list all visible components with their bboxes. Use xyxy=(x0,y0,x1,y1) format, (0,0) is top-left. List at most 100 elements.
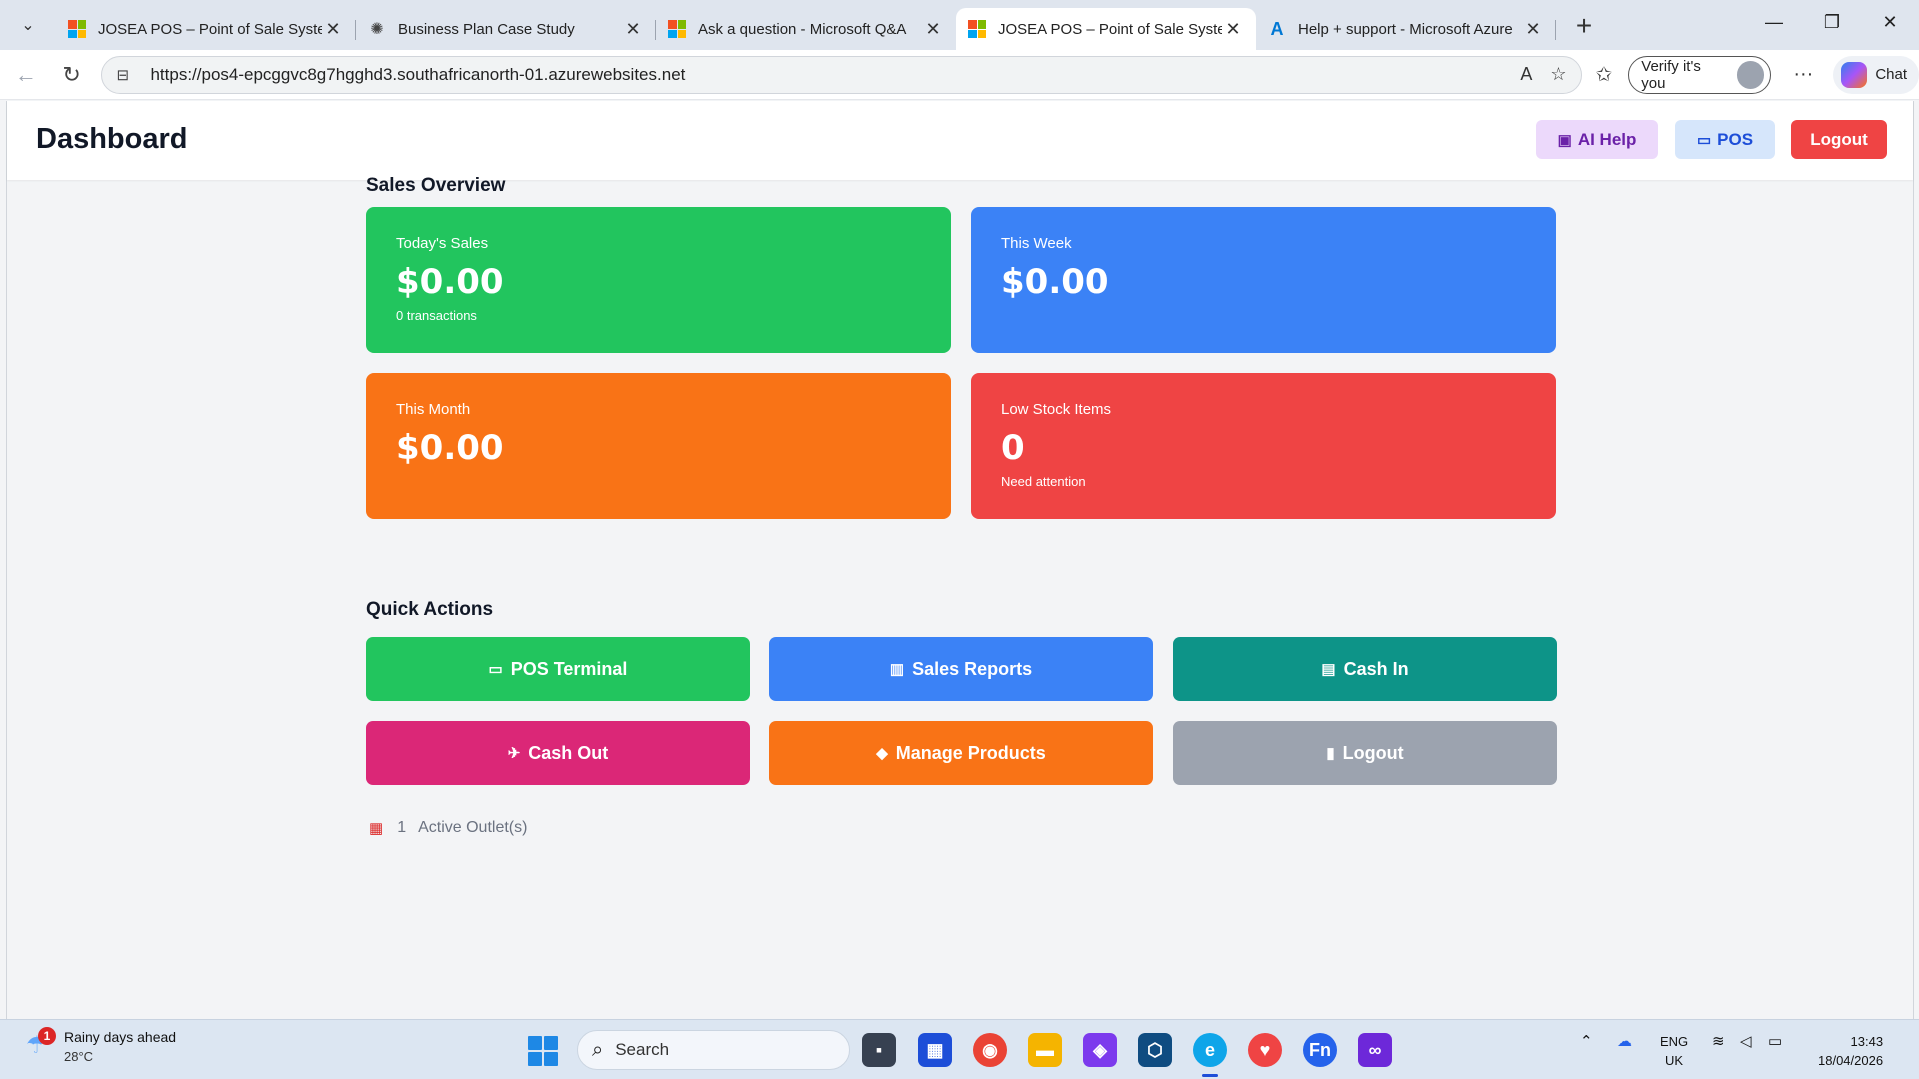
qa-label: POS Terminal xyxy=(510,658,628,679)
task-view-icon[interactable]: ▪ xyxy=(862,1033,896,1067)
this-week-card: This Week $0.00 xyxy=(971,207,1556,353)
store-icon: ▦ xyxy=(369,820,384,837)
pos-label: POS xyxy=(1717,129,1754,149)
chevron-down-icon: ⌄ xyxy=(21,17,35,34)
sales-overview-title: Sales Overview xyxy=(366,175,506,196)
wifi-icon[interactable]: ≋ xyxy=(1712,1032,1725,1050)
copilot-chat-button[interactable]: Chat xyxy=(1833,55,1919,94)
cube-app-icon[interactable]: ⬡ xyxy=(1138,1033,1172,1067)
door-icon: ▮ xyxy=(1326,745,1335,762)
low-stock-card: Low Stock Items 0 Need attention xyxy=(971,373,1556,519)
battery-icon[interactable]: ▭ xyxy=(1768,1032,1782,1050)
file-explorer-icon[interactable]: ▬ xyxy=(1028,1033,1062,1067)
new-tab-button[interactable]: + xyxy=(1564,6,1604,46)
back-button[interactable]: ← xyxy=(6,55,46,95)
browser-tab-active[interactable]: JOSEA POS – Point of Sale System ✕ xyxy=(956,8,1256,50)
close-tab-icon[interactable]: ✕ xyxy=(322,19,344,40)
active-outlets: ▦ 1 Active Outlet(s) xyxy=(369,819,527,837)
tab-list-button[interactable]: ⌄ xyxy=(6,5,50,45)
system-clock[interactable]: 13:43 18/04/2026 xyxy=(1818,1032,1883,1070)
umbrella-icon: ☂ 1 xyxy=(26,1027,58,1063)
card-label: This Week xyxy=(1001,235,1072,252)
logout-button[interactable]: Logout xyxy=(1791,120,1887,159)
tab-title: JOSEA POS – Point of Sale System xyxy=(998,20,1222,38)
favorites-icon[interactable]: ✩ xyxy=(1596,62,1613,87)
language-indicator[interactable]: ENG UK xyxy=(1660,1032,1688,1070)
azure-icon: A xyxy=(1270,18,1284,39)
browser-tab[interactable]: A Help + support - Microsoft Azure ✕ xyxy=(1256,8,1556,50)
card-value: $0.00 xyxy=(396,428,504,468)
taskbar-search[interactable]: ⌕ Search xyxy=(577,1030,850,1070)
weather-widget[interactable]: ☂ 1 Rainy days ahead 28°C xyxy=(26,1027,177,1066)
onedrive-icon[interactable]: ☁ xyxy=(1617,1032,1632,1050)
url-text[interactable]: https://pos4-epcggvc8g7hgghd3.southafric… xyxy=(150,65,1502,85)
m365-icon[interactable]: ◈ xyxy=(1083,1033,1117,1067)
qa-label: Manage Products xyxy=(895,742,1046,763)
window-controls: — ❐ ✕ xyxy=(1745,0,1919,44)
more-options-icon[interactable]: ··· xyxy=(1793,63,1813,86)
page-viewport: Dashboard ▣ AI Help ▭ POS Logout Sales O… xyxy=(6,101,1914,1019)
computer-icon: ▭ xyxy=(1696,131,1712,149)
fn-app-icon[interactable]: Fn xyxy=(1303,1033,1337,1067)
logout-quick-button[interactable]: ▮ Logout xyxy=(1173,721,1557,785)
weather-temp: 28°C xyxy=(64,1049,94,1064)
page-title: Dashboard xyxy=(36,123,188,155)
cash-out-button[interactable]: ✈ Cash Out xyxy=(366,721,750,785)
manage-products-button[interactable]: ◆ Manage Products xyxy=(769,721,1153,785)
close-tab-icon[interactable]: ✕ xyxy=(1222,19,1244,40)
start-button[interactable] xyxy=(528,1036,558,1066)
clock-time: 13:43 xyxy=(1850,1034,1884,1049)
browser-tab[interactable]: Ask a question - Microsoft Q&A ✕ xyxy=(656,8,956,50)
cash-in-button[interactable]: ▤ Cash In xyxy=(1173,637,1557,701)
minimize-button[interactable]: — xyxy=(1745,0,1803,44)
edge-icon[interactable]: e xyxy=(1193,1033,1227,1077)
pos-terminal-button[interactable]: ▭ POS Terminal xyxy=(366,637,750,701)
refresh-icon: ↻ xyxy=(62,61,81,87)
browser-tab-bar: ⌄ JOSEA POS – Point of Sale System ✕ ✺ B… xyxy=(0,0,1919,50)
close-tab-icon[interactable]: ✕ xyxy=(1522,19,1544,40)
pos-button[interactable]: ▭ POS xyxy=(1675,120,1775,159)
lang-region: UK xyxy=(1665,1053,1684,1068)
verify-profile-button[interactable]: Verify it's you xyxy=(1628,55,1772,94)
browser-tab[interactable]: ✺ Business Plan Case Study ✕ xyxy=(356,8,656,50)
read-aloud-icon[interactable]: A xyxy=(1520,64,1532,85)
microsoft-logo-icon xyxy=(68,20,86,38)
close-tab-icon[interactable]: ✕ xyxy=(622,19,644,40)
plus-icon: + xyxy=(1575,10,1593,41)
microsoft-logo-icon xyxy=(968,20,986,38)
volume-icon[interactable]: ◁ xyxy=(1740,1032,1752,1050)
tag-icon: ◆ xyxy=(876,745,888,762)
app-header: Dashboard ▣ AI Help ▭ POS Logout xyxy=(7,101,1913,180)
close-tab-icon[interactable]: ✕ xyxy=(922,19,944,40)
tab-separator xyxy=(1555,20,1556,40)
refresh-button[interactable]: ↻ xyxy=(52,55,92,95)
address-bar-row: ← ↻ ⊟ https://pos4-epcggvc8g7hgghd3.sout… xyxy=(0,50,1919,100)
close-window-button[interactable]: ✕ xyxy=(1861,0,1919,44)
show-hidden-icons-chevron-icon[interactable]: ⌃ xyxy=(1580,1032,1593,1050)
card-label: Low Stock Items xyxy=(1001,401,1112,418)
tab-title: Ask a question - Microsoft Q&A xyxy=(698,20,907,38)
qa-label: Cash Out xyxy=(528,742,609,763)
site-info-icon[interactable]: ⊟ xyxy=(116,66,140,84)
chat-label: Chat xyxy=(1875,66,1908,83)
url-field[interactable]: ⊟ https://pos4-epcggvc8g7hgghd3.southafr… xyxy=(101,55,1582,94)
sales-reports-button[interactable]: ▥ Sales Reports xyxy=(769,637,1153,701)
verify-label: Verify it's you xyxy=(1641,57,1701,92)
tab-title: JOSEA POS – Point of Sale System xyxy=(98,20,322,38)
ai-help-button[interactable]: ▣ AI Help xyxy=(1536,120,1658,159)
close-icon: ✕ xyxy=(1882,11,1898,32)
restore-button[interactable]: ❐ xyxy=(1803,0,1861,44)
shield-app-icon[interactable]: ♥ xyxy=(1248,1033,1282,1067)
browser-tab[interactable]: JOSEA POS – Point of Sale System ✕ xyxy=(56,8,356,50)
weather-title: Rainy days ahead xyxy=(64,1029,177,1045)
computer-icon: ▭ xyxy=(488,661,503,678)
favorite-star-icon[interactable]: ☆ xyxy=(1550,64,1566,85)
visual-studio-icon[interactable]: ∞ xyxy=(1358,1033,1392,1067)
card-subtext: Need attention xyxy=(1001,474,1086,489)
money-icon: ▤ xyxy=(1321,661,1336,678)
store-app-icon[interactable]: ▦ xyxy=(918,1033,952,1067)
chrome-icon[interactable]: ◉ xyxy=(973,1033,1007,1067)
logout-label: Logout xyxy=(1810,129,1868,149)
notification-badge: 1 xyxy=(38,1027,56,1045)
card-value: $0.00 xyxy=(396,262,504,302)
